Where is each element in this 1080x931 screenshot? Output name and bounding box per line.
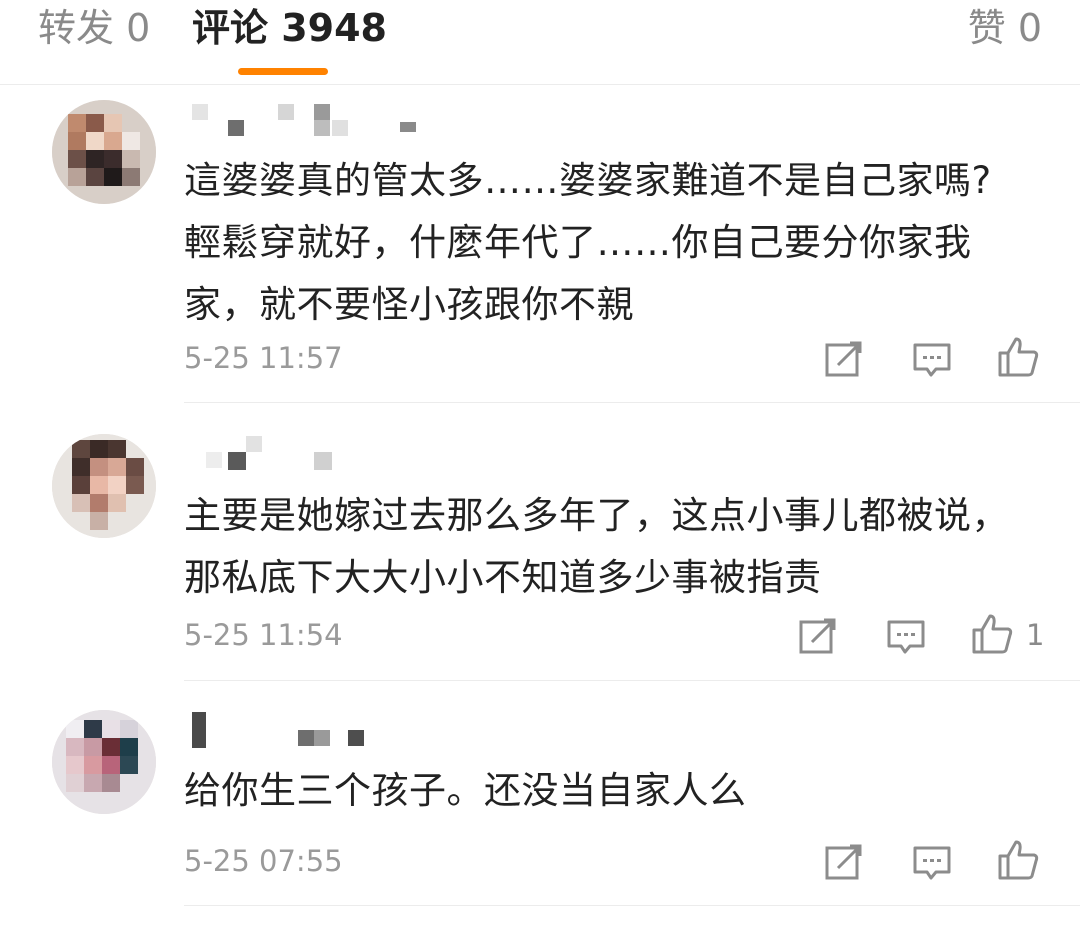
- username-redacted[interactable]: [186, 710, 446, 750]
- comment-line: 那私底下大大小小不知道多少事被指责: [184, 556, 822, 599]
- comment-icon[interactable]: [910, 337, 954, 381]
- like-icon[interactable]: [996, 838, 1040, 882]
- username-redacted[interactable]: [186, 434, 446, 474]
- active-tab-indicator: [238, 68, 328, 75]
- comment-text: 這婆婆真的管太多……婆婆家難道不是自己家嗎? 輕鬆穿就好，什麼年代了……你自己要…: [184, 150, 1044, 336]
- comment-timestamp: 5-25 11:57: [184, 341, 343, 375]
- avatar[interactable]: [52, 100, 156, 204]
- comment-timestamp: 5-25 07:55: [184, 844, 343, 878]
- comment-tabs: 转发 0 评论 3948 赞 0: [0, 0, 1080, 85]
- username-redacted[interactable]: [186, 100, 446, 140]
- divider: [184, 402, 1080, 403]
- tab-comments[interactable]: 评论 3948: [192, 6, 387, 50]
- comment-line: 這婆婆真的管太多……婆婆家難道不是自己家嗎?: [184, 159, 992, 202]
- comment-line: 家，就不要怪小孩跟你不親: [184, 283, 634, 326]
- comment-line: 輕鬆穿就好，什麼年代了……你自己要分你家我: [184, 221, 972, 264]
- divider: [184, 905, 1080, 906]
- repost-icon[interactable]: [796, 614, 840, 658]
- avatar[interactable]: [52, 710, 156, 814]
- comment-text: 给你生三个孩子。还没当自家人么: [184, 760, 1044, 822]
- comment-icon[interactable]: [910, 840, 954, 884]
- comment-line: 主要是她嫁过去那么多年了，这点小事儿都被说，: [184, 494, 1009, 537]
- divider: [184, 680, 1080, 681]
- repost-icon[interactable]: [822, 337, 866, 381]
- comment-timestamp: 5-25 11:54: [184, 618, 343, 652]
- comment-line: 给你生三个孩子。还没当自家人么: [184, 769, 747, 812]
- like-icon[interactable]: [970, 612, 1014, 656]
- like-icon[interactable]: [996, 335, 1040, 379]
- repost-icon[interactable]: [822, 840, 866, 884]
- comment-icon[interactable]: [884, 614, 928, 658]
- tab-repost[interactable]: 转发 0: [38, 6, 150, 50]
- like-count: 1: [1026, 618, 1045, 652]
- avatar[interactable]: [52, 434, 156, 538]
- tab-likes[interactable]: 赞 0: [968, 6, 1042, 50]
- comment-text: 主要是她嫁过去那么多年了，这点小事儿都被说， 那私底下大大小小不知道多少事被指责: [184, 485, 1044, 609]
